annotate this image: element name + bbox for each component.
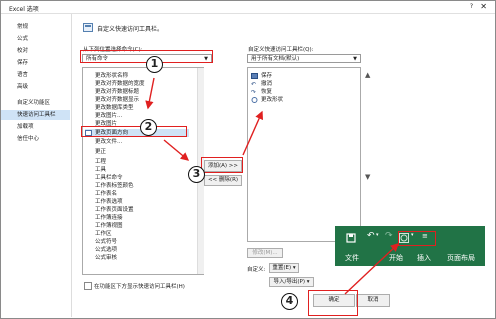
step-marker-4: 4 <box>281 293 298 310</box>
arrow-4 <box>344 243 400 295</box>
step-marker-2: 2 <box>140 119 157 136</box>
step-marker-3: 3 <box>188 166 205 183</box>
annotation-arrows <box>145 77 400 295</box>
step-marker-1: 1 <box>146 56 163 73</box>
arrow-1 <box>145 77 155 110</box>
arrow-3 <box>242 110 264 156</box>
arrow-2 <box>163 139 190 161</box>
